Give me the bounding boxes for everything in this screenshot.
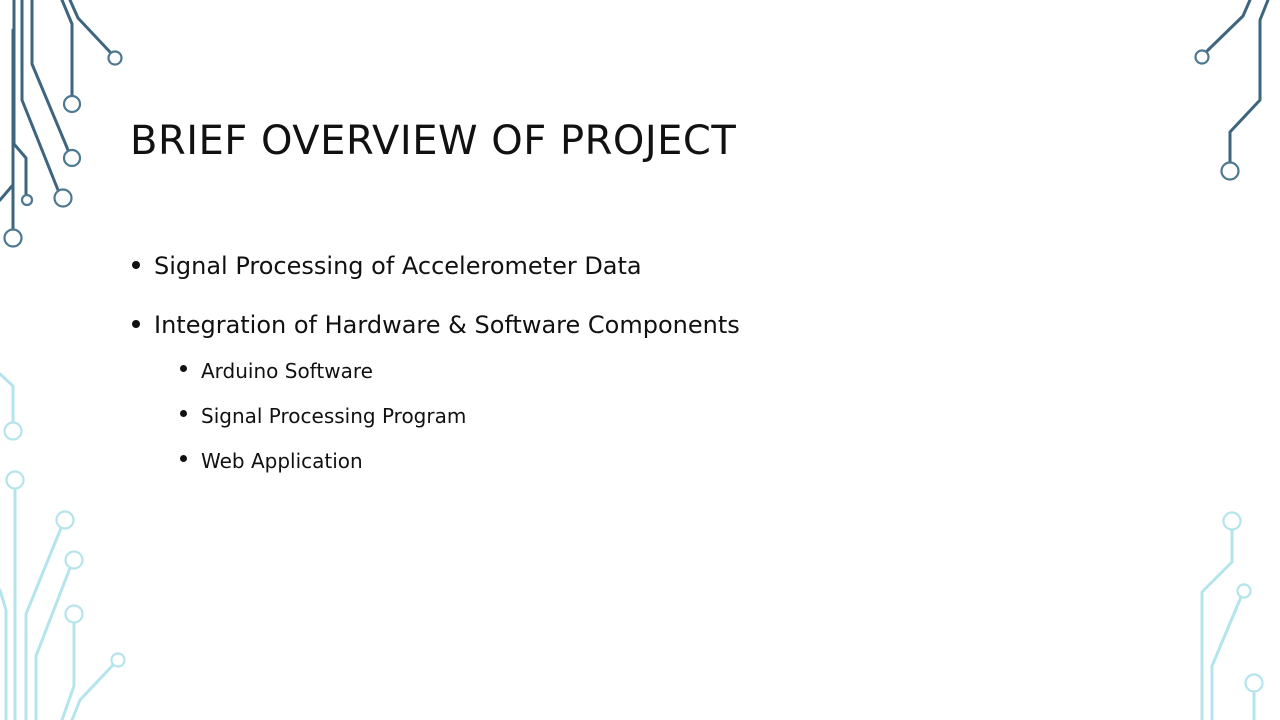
slide-title: BRIEF OVERVIEW OF PROJECT	[130, 118, 737, 164]
circuit-decoration-bottom-right	[1200, 511, 1264, 720]
sub-bullet-text: Arduino Software	[201, 359, 373, 383]
bullet-item-signal-processing: Signal Processing of Accelerometer Data	[130, 246, 740, 286]
sub-bullet-item-signal-program: Signal Processing Program	[178, 399, 740, 433]
circuit-decoration-top-left	[0, 0, 123, 248]
bullet-item-integration: Integration of Hardware & Software Compo…	[130, 305, 740, 345]
circuit-decoration-top-right	[1194, 0, 1270, 181]
sub-bullet-group: Arduino Software Signal Processing Progr…	[130, 354, 740, 478]
slide: BRIEF OVERVIEW OF PROJECT Signal Process…	[0, 0, 1280, 720]
sub-bullet-item-arduino: Arduino Software	[178, 354, 740, 388]
bullet-list: Signal Processing of Accelerometer Data …	[130, 246, 740, 489]
sub-bullet-text: Signal Processing Program	[201, 404, 467, 428]
bullet-text: Signal Processing of Accelerometer Data	[154, 252, 642, 280]
sub-bullet-list: Arduino Software Signal Processing Progr…	[130, 354, 740, 478]
sub-bullet-item-web-app: Web Application	[178, 444, 740, 478]
circuit-decoration-bottom-left	[0, 372, 126, 720]
bullet-text: Integration of Hardware & Software Compo…	[154, 311, 740, 339]
sub-bullet-text: Web Application	[201, 449, 363, 473]
